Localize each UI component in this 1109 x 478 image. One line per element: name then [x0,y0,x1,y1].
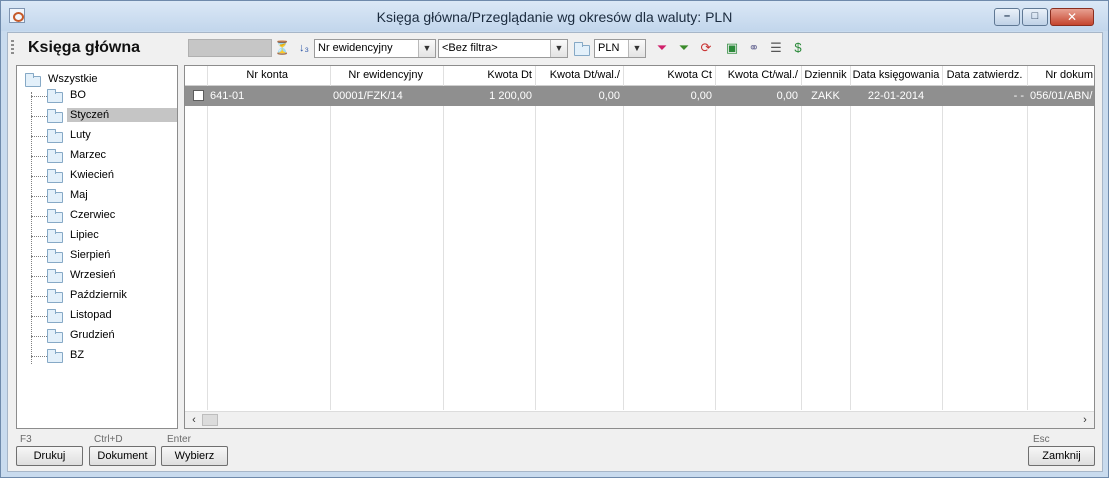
maximize-button[interactable]: □ [1022,8,1048,26]
cell-nr-ewidencyjny: 00001/FZK/14 [333,90,403,102]
title-bar: Księga główna/Przeglądanie wg okresów dl… [1,1,1108,31]
tree-root-label: Wszystkie [48,73,98,85]
entries-grid: Nr konta Nr ewidencyjny Kwota Dt Kwota D… [184,65,1095,429]
cell-nr-konta: 641-01 [210,90,245,102]
currency-select[interactable]: PLN ▼ [594,39,646,58]
folder-icon [47,109,63,123]
column-header-data-zatwierdz[interactable]: Data zatwierdz. [942,66,1027,86]
print-button[interactable]: Drukuj [16,446,83,466]
folder-icon [47,189,63,203]
cell-data-ksiegowania: 22-01-2014 [867,90,925,102]
chevron-down-icon: ▼ [550,40,567,57]
filter-select[interactable]: <Bez filtra> ▼ [438,39,568,58]
maximize-icon: □ [1031,10,1039,22]
folder-icon [47,129,63,143]
column-header-kwota-dt[interactable]: Kwota Dt [443,66,535,86]
hotkey-label: Esc [1033,434,1050,445]
folder-icon [47,329,63,343]
minimize-button[interactable]: – [994,8,1020,26]
refresh-icon[interactable]: ⟳ [698,40,714,56]
clear-filter-icon[interactable]: ⏳ [274,40,290,56]
module-title: Księga główna [28,39,141,56]
cell-data-zatwierdz: - - [1013,90,1024,102]
document-button[interactable]: Dokument [89,446,156,466]
scroll-left-icon[interactable]: ‹ [187,414,201,426]
chevron-down-icon: ▼ [418,40,435,57]
close-window-button[interactable]: ✕ [1050,8,1094,26]
horizontal-scrollbar[interactable]: ‹ › [185,411,1094,428]
cell-kwota-dt: 1 200,00 [489,90,532,102]
window-controls: – □ ✕ [994,8,1094,26]
cell-kwota-ct: 0,00 [690,90,712,102]
columns-icon[interactable]: ☰ [768,40,784,56]
folder-icon [47,249,63,263]
folder-icon [47,209,63,223]
folder-icon [47,229,63,243]
search-field[interactable] [188,39,272,57]
scroll-right-icon[interactable]: › [1078,414,1092,426]
hotkey-label: F3 [20,434,32,445]
filter-value: <Bez filtra> [442,42,498,54]
toolbar-grip[interactable] [11,40,14,56]
close-button[interactable]: Zamknij [1028,446,1095,466]
folder-icon [47,349,63,363]
table-row[interactable]: 641-01 00001/FZK/14 1 200,00 0,00 0,00 0… [185,86,1094,106]
row-checkbox[interactable] [193,90,204,101]
column-header-kwota-dt-wal[interactable]: Kwota Dt/wal./ [535,66,623,86]
folder-icon[interactable] [574,42,590,56]
sort-field-select[interactable]: Nr ewidencyjny ▼ [314,39,436,58]
period-tree: Wszystkie BO Styczeń Luty Marzec Kwiecie… [16,65,178,429]
cell-kwota-ct-wal: 0,00 [776,90,798,102]
tree-connector [31,92,32,364]
column-header-dziennik[interactable]: Dziennik [801,66,850,86]
window-title: Księga główna/Przeglądanie wg okresów dl… [376,9,733,25]
folder-icon [47,289,63,303]
column-header-kwota-ct[interactable]: Kwota Ct [623,66,715,86]
cell-kwota-dt-wal: 0,00 [598,90,620,102]
add-document-icon[interactable]: ▣ [724,40,740,56]
toolbar: Księga główna ⏳ ↓₃ Nr ewidencyjny ▼ <Bez… [8,33,1102,63]
close-icon: ✕ [1066,10,1078,24]
cell-nr-dokum: 056/01/ABN/ [1030,90,1093,102]
minimize-icon: – [1003,10,1011,22]
hotkey-label: Ctrl+D [94,434,123,445]
scroll-thumb[interactable] [202,414,218,426]
grid-header: Nr konta Nr ewidencyjny Kwota Dt Kwota D… [185,66,1094,86]
funnel-icon[interactable]: ⏷ [654,40,670,56]
column-header-kwota-ct-wal[interactable]: Kwota Ct/wal./ [715,66,801,86]
column-header-data-ksiegowania[interactable]: Data księgowania [850,66,942,86]
chevron-down-icon: ▼ [628,40,645,57]
link-icon[interactable]: ⚭ [746,40,762,56]
folder-icon [47,309,63,323]
folder-icon [25,73,41,87]
sort-icon[interactable]: ↓₃ [296,40,312,56]
select-button[interactable]: Wybierz [161,446,228,466]
folder-icon [47,149,63,163]
cell-dziennik: ZAKK [811,90,840,102]
column-header-nr-ewidencyjny[interactable]: Nr ewidencyjny [330,66,426,86]
hotkey-label: Enter [167,434,191,445]
currency-refresh-icon[interactable]: $ [790,40,806,56]
main-window: Księga główna/Przeglądanie wg okresów dl… [0,0,1109,478]
folder-icon [47,89,63,103]
column-header-nr-konta[interactable]: Nr konta [207,66,291,86]
currency-value: PLN [598,42,620,54]
funnel-add-icon[interactable]: ⏷ [676,40,692,56]
folder-icon [47,269,63,283]
client-area: Księga główna ⏳ ↓₃ Nr ewidencyjny ▼ <Bez… [7,32,1103,472]
sort-field-value: Nr ewidencyjny [318,42,393,54]
folder-icon [47,169,63,183]
column-header-nr-dokum[interactable]: Nr dokum [1027,66,1094,86]
